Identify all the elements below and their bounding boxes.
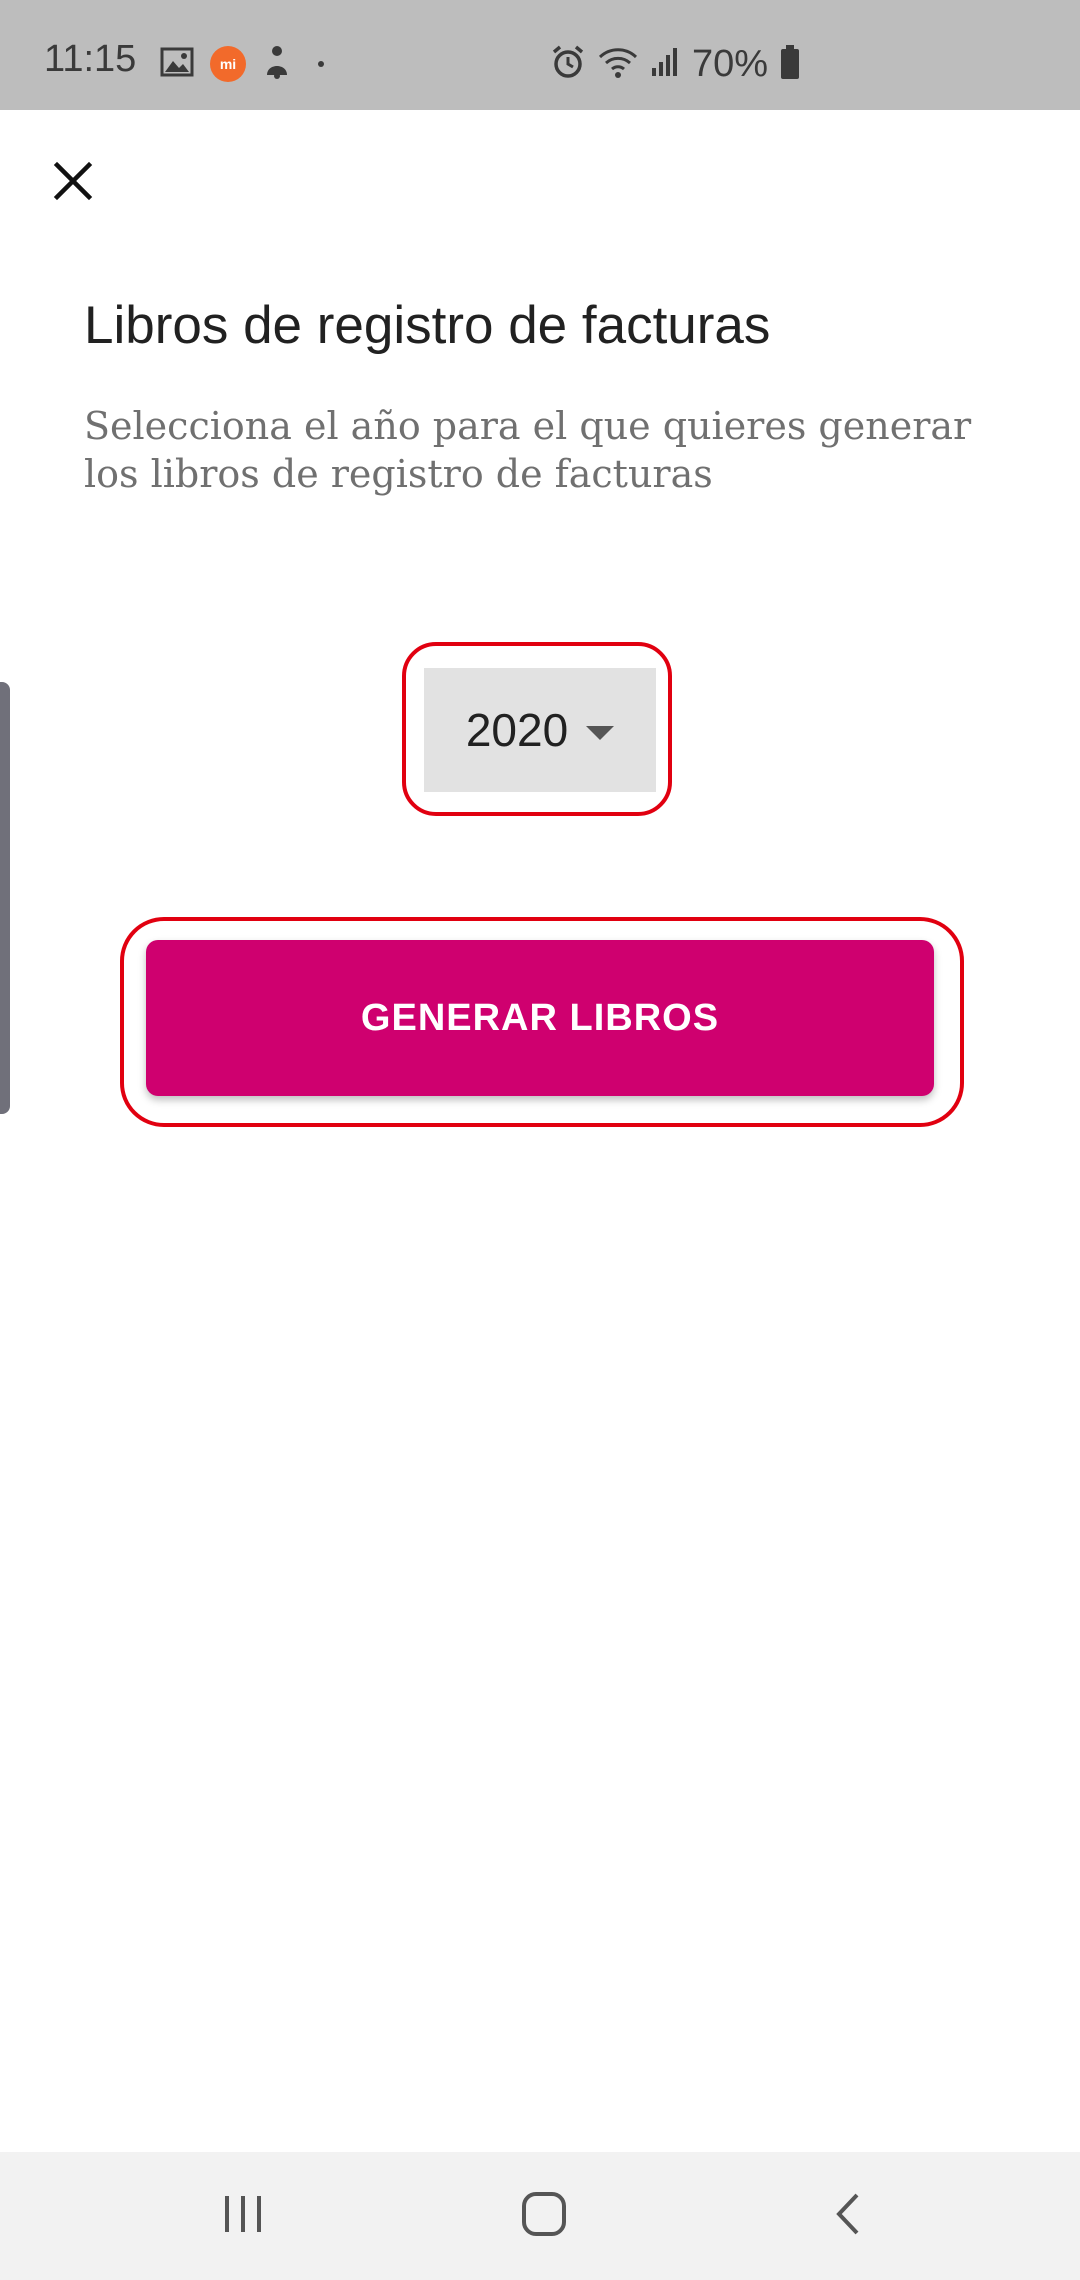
wifi-icon: [598, 45, 638, 84]
status-time: 11:15: [44, 38, 137, 80]
home-button[interactable]: [504, 2176, 584, 2256]
bell-person-icon: [262, 45, 292, 84]
edge-panel-handle[interactable]: [0, 682, 10, 1114]
signal-icon: [650, 46, 680, 83]
page-subtitle: Selecciona el año para el que quieres ge…: [84, 404, 972, 496]
home-icon: [521, 2191, 567, 2242]
gallery-icon: [160, 47, 194, 82]
back-icon: [833, 2191, 863, 2242]
battery-percent: 70%: [692, 43, 769, 85]
year-select[interactable]: 2020: [424, 668, 656, 792]
notification-icons: mi: [160, 44, 324, 84]
generate-books-button[interactable]: GENERAR LIBROS: [146, 940, 934, 1096]
back-button[interactable]: [808, 2176, 888, 2256]
alarm-icon: [550, 44, 586, 85]
close-icon: [53, 161, 93, 206]
status-bar: 11:15 mi 70%: [0, 0, 1080, 110]
year-select-value: 2020: [465, 704, 569, 756]
battery-icon: [780, 44, 800, 84]
recent-apps-button[interactable]: [203, 2176, 283, 2256]
page-title: Libros de registro de facturas: [84, 296, 771, 355]
close-button[interactable]: [40, 150, 106, 216]
chevron-down-icon: [586, 726, 615, 740]
mi-icon: mi: [210, 46, 246, 82]
recent-apps-icon: [221, 2194, 265, 2239]
system-icons: 70%: [550, 44, 800, 84]
dot-icon: [318, 61, 324, 67]
navigation-bar: [0, 2152, 1080, 2280]
